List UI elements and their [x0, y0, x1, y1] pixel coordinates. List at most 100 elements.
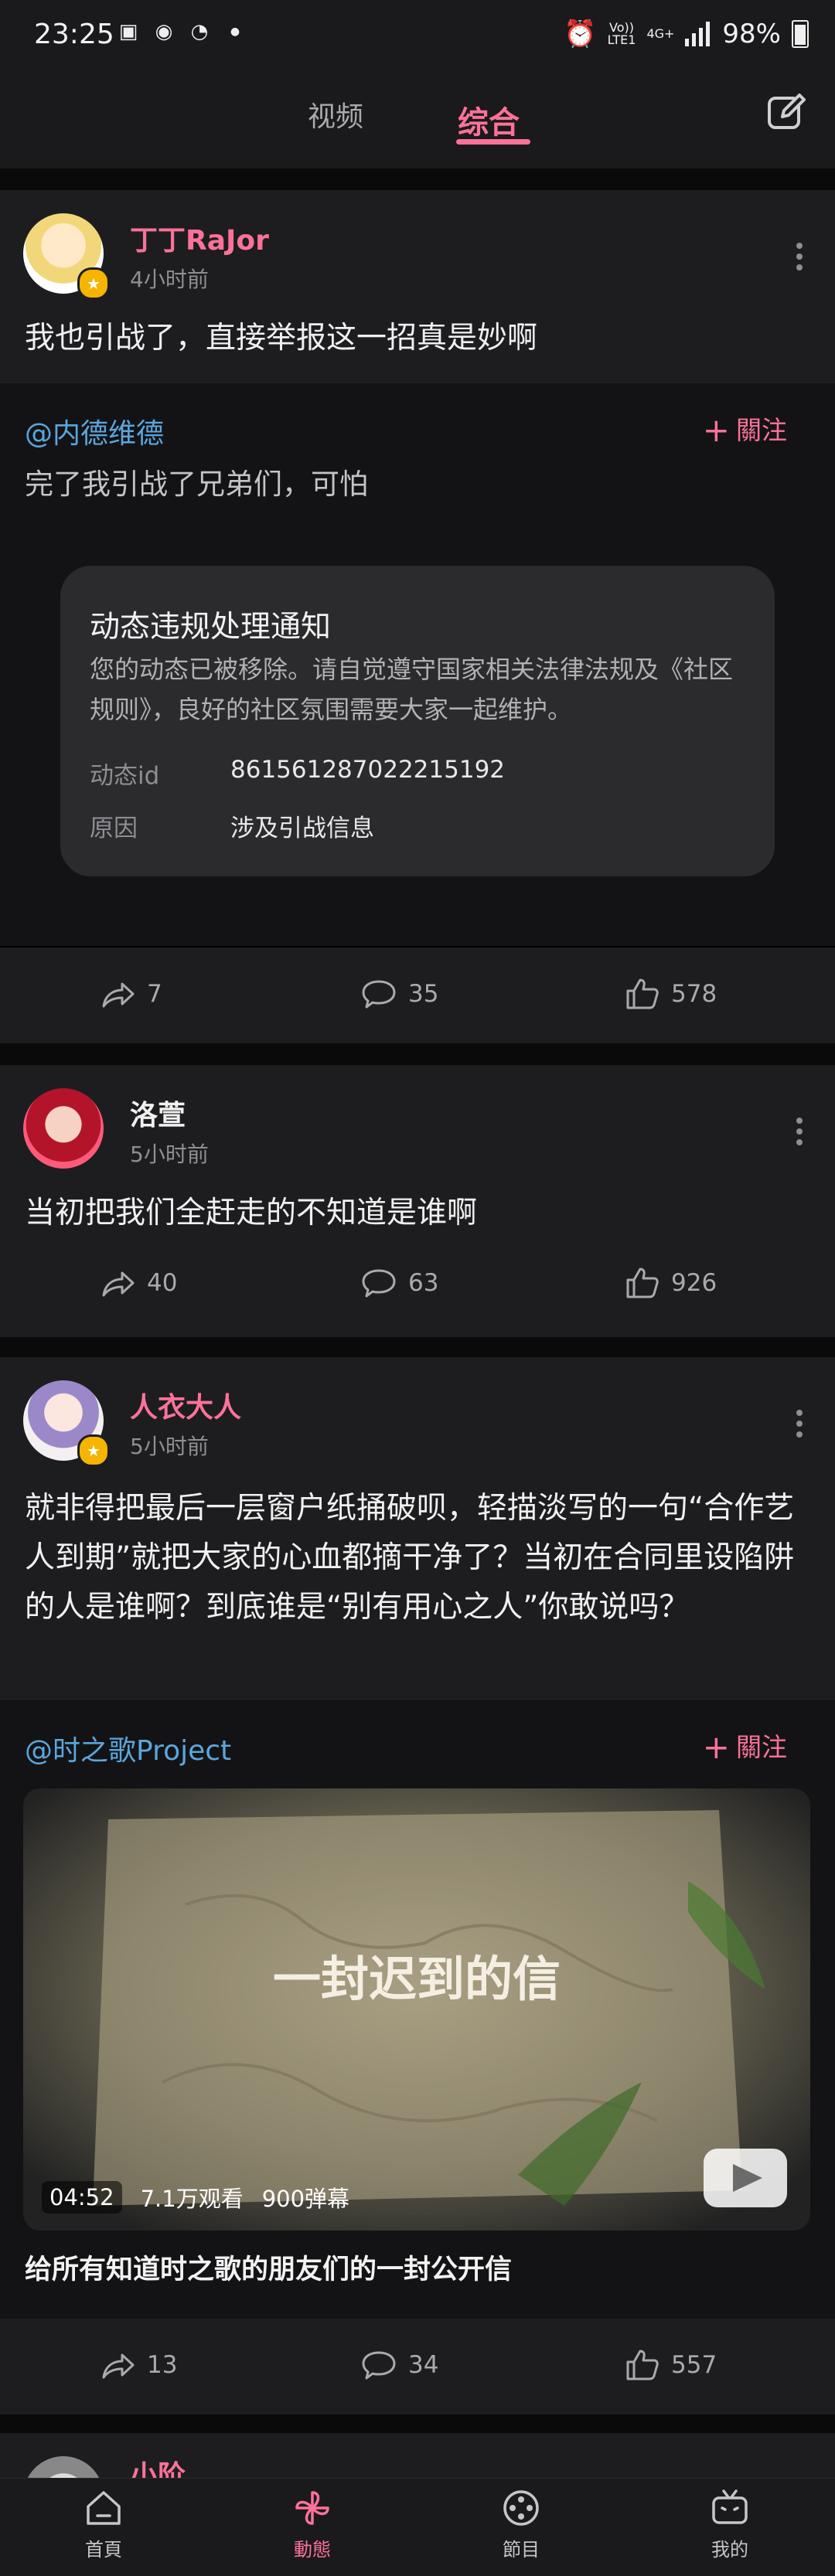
nav-feed-label: 動態: [294, 2539, 331, 2561]
post-card[interactable]: 小阶: [0, 2433, 835, 2478]
divider: [0, 168, 835, 190]
comment-icon: [362, 1269, 396, 1298]
username[interactable]: 小阶: [130, 2453, 186, 2478]
video-danmaku: 900弹幕: [261, 2186, 350, 2212]
video-card[interactable]: 一封迟到的信 04:52 7.1万观看 900弹幕: [23, 1788, 810, 2231]
message-notification-icon: ◔: [190, 20, 209, 43]
post-text: 当初把我们全赶走的不知道是谁啊: [25, 1196, 478, 1230]
home-icon: [87, 2491, 121, 2525]
notice-reason-value: 涉及引战信息: [230, 815, 374, 842]
divider: [0, 2414, 835, 2433]
tab-video[interactable]: 视频: [308, 94, 363, 134]
like-count: 557: [671, 2351, 717, 2379]
nav-programs[interactable]: 節目: [467, 2486, 575, 2561]
notice-title: 动态违规处理通知: [90, 610, 332, 645]
video-cover-text: 一封迟到的信: [273, 1951, 561, 2007]
volte-indicator: Vo)) LTE1: [608, 22, 636, 46]
film-reel-icon: [503, 2490, 539, 2526]
share-icon: [102, 982, 135, 1008]
repost-block[interactable]: @内德维德 + 關注 完了我引战了兄弟们，可怕 动态违规处理通知 您的动态已被移除…: [0, 383, 835, 946]
comment-button[interactable]: 63: [360, 1264, 438, 1302]
post-text: 我也引战了，直接举报这一招真是妙啊: [25, 321, 538, 356]
username[interactable]: 人衣大人: [130, 1385, 241, 1425]
share-count: 7: [147, 980, 162, 1008]
more-options-icon[interactable]: [796, 1405, 804, 1442]
comment-count: 34: [408, 2351, 439, 2379]
like-button[interactable]: 557: [623, 2346, 717, 2384]
avatar[interactable]: [23, 2456, 104, 2478]
comment-icon: [362, 2351, 396, 2380]
comment-count: 63: [408, 1269, 439, 1297]
violation-notice: 动态违规处理通知 您的动态已被移除。请自觉遵守国家相关法律法规及《社区规则》，良…: [60, 566, 775, 876]
follow-label: 關注: [736, 415, 787, 445]
signal-icon: [685, 22, 711, 46]
gallery-notification-icon: ▣: [118, 20, 138, 43]
share-count: 40: [147, 1269, 178, 1297]
share-count: 13: [147, 2351, 178, 2379]
post-card[interactable]: 洛萱 5小时前 当初把我们全赶走的不知道是谁啊 40 63 926: [0, 1065, 835, 1337]
nav-programs-label: 節目: [503, 2539, 540, 2561]
compose-icon[interactable]: [765, 91, 807, 133]
video-title[interactable]: 给所有知道时之歌的朋友们的一封公开信: [25, 2248, 512, 2287]
comment-button[interactable]: 34: [360, 2346, 438, 2384]
post-actions: 13 34 557: [0, 2319, 835, 2414]
comment-button[interactable]: 35: [360, 975, 438, 1012]
tab-all[interactable]: 综合: [458, 97, 520, 142]
like-button[interactable]: 578: [623, 975, 717, 1012]
follow-button[interactable]: + 關注: [703, 1727, 787, 1766]
like-button[interactable]: 926: [623, 1264, 717, 1302]
repost-author-link[interactable]: @时之歌Project: [25, 1728, 231, 1768]
video-stats: 04:52 7.1万观看 900弹幕: [42, 2181, 349, 2214]
video-duration: 04:52: [42, 2181, 122, 2214]
divider: [0, 1043, 835, 1065]
verified-badge-icon: ★: [77, 1434, 110, 1467]
notice-id-value: 861561287022215192: [230, 756, 506, 784]
bottom-navigation: 首頁 動態 節目 我的: [0, 2478, 835, 2576]
plus-icon: +: [702, 411, 730, 449]
repost-author-link[interactable]: @内德维德: [25, 411, 164, 451]
share-button[interactable]: 7: [99, 975, 162, 1012]
active-tab-indicator: [456, 139, 530, 145]
follow-button[interactable]: + 關注: [703, 410, 787, 449]
nav-home-label: 首頁: [85, 2539, 122, 2561]
more-options-icon[interactable]: [796, 1113, 804, 1150]
thumbs-up-icon: [626, 2350, 659, 2380]
tv-icon: [712, 2489, 748, 2524]
battery-icon: [792, 20, 809, 48]
more-options-icon[interactable]: [796, 238, 804, 275]
share-button[interactable]: 40: [99, 1264, 177, 1302]
plus-icon: +: [702, 1728, 730, 1766]
thumbs-up-icon: [626, 1268, 659, 1298]
notice-reason-label: 原因: [90, 815, 138, 842]
username[interactable]: 洛萱: [130, 1093, 186, 1133]
nav-mine[interactable]: 我的: [676, 2486, 784, 2561]
top-tab-bar: 视频 综合: [0, 71, 835, 168]
post-time: 4小时前: [130, 267, 209, 292]
share-button[interactable]: 13: [99, 2346, 177, 2384]
notice-id-label: 动态id: [90, 762, 160, 790]
divider: [0, 1337, 835, 1357]
battery-percent: 98%: [722, 19, 781, 49]
lte-label: LTE1: [607, 32, 636, 47]
like-count: 578: [671, 980, 717, 1008]
repost-text: 完了我引战了兄弟们，可怕: [25, 468, 368, 501]
thumbs-up-icon: [626, 978, 659, 1009]
nav-mine-label: 我的: [711, 2539, 748, 2561]
video-thumbnail: 一封迟到的信: [23, 1788, 810, 2231]
post-card[interactable]: ★ 丁丁RaJor 4小时前 我也引战了，直接举报这一招真是妙啊: [0, 190, 835, 383]
post-time: 5小时前: [130, 1142, 209, 1167]
chat-notification-icon: ◉: [155, 20, 173, 43]
status-bar: 23:25 ▣ ◉ ◔ ● ⏰ Vo)) LTE1 4G+ 98%: [0, 0, 835, 71]
signal-type: 4G+: [646, 26, 675, 41]
post-text: 就非得把最后一层窗户纸捅破呗，轻描淡写的一句“合作艺人到期”就把大家的心血都摘干…: [25, 1491, 795, 1625]
verified-badge-icon: ★: [77, 267, 110, 300]
nav-home[interactable]: 首頁: [49, 2486, 158, 2561]
nav-feed[interactable]: 動態: [258, 2486, 366, 2561]
comment-count: 35: [408, 980, 439, 1008]
video-views: 7.1万观看: [140, 2186, 244, 2212]
post-time: 5小时前: [130, 1434, 209, 1459]
post-card[interactable]: ★ 人衣大人 5小时前 就非得把最后一层窗户纸捅破呗，轻描淡写的一句“合作艺人到…: [0, 1357, 835, 1700]
avatar[interactable]: [23, 1088, 104, 1169]
username[interactable]: 丁丁RaJor: [130, 218, 269, 258]
notice-description: 您的动态已被移除。请自觉遵守国家相关法律法规及《社区规则》，良好的社区氛围需要大…: [90, 655, 734, 724]
